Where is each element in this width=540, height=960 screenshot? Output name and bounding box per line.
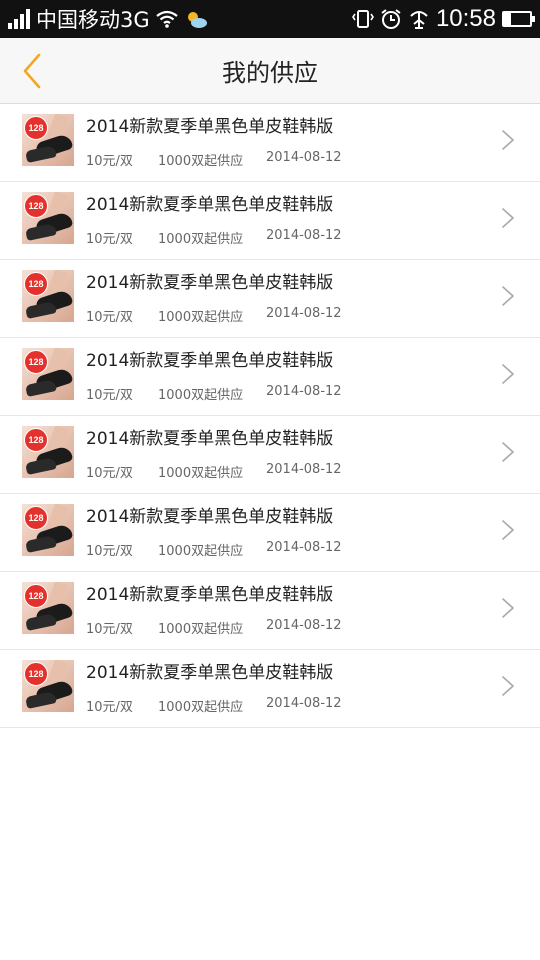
price-badge: 128 <box>24 116 48 140</box>
item-title: 2014新款夏季单黑色单皮鞋韩版 <box>86 117 334 137</box>
chevron-right-icon <box>500 518 516 542</box>
price-badge: 128 <box>24 506 48 530</box>
item-date: 2014-08-12 <box>266 228 342 243</box>
chevron-right-icon <box>500 596 516 620</box>
item-date: 2014-08-12 <box>266 618 342 633</box>
item-title: 2014新款夏季单黑色单皮鞋韩版 <box>86 429 334 449</box>
list-item[interactable]: 128 2014新款夏季单黑色单皮鞋韩版 10元/双 1000双起供应 2014… <box>0 104 540 182</box>
product-thumbnail: 128 <box>22 426 74 478</box>
price-badge: 128 <box>24 272 48 296</box>
price-badge: 128 <box>24 428 48 452</box>
item-date: 2014-08-12 <box>266 462 342 477</box>
product-thumbnail: 128 <box>22 660 74 712</box>
chevron-right-icon <box>500 284 516 308</box>
price-badge: 128 <box>24 662 48 686</box>
alarm-icon <box>380 8 402 30</box>
item-title: 2014新款夏季单黑色单皮鞋韩版 <box>86 507 334 527</box>
product-thumbnail: 128 <box>22 348 74 400</box>
chevron-right-icon <box>500 206 516 230</box>
item-price: 10元/双 <box>86 466 133 481</box>
item-title: 2014新款夏季单黑色单皮鞋韩版 <box>86 351 334 371</box>
product-thumbnail: 128 <box>22 114 74 166</box>
signal-icon <box>8 9 30 29</box>
chevron-left-icon <box>23 53 41 89</box>
item-quantity: 1000双起供应 <box>158 466 244 481</box>
item-title: 2014新款夏季单黑色单皮鞋韩版 <box>86 195 334 215</box>
weather-icon <box>184 9 208 29</box>
list-item[interactable]: 128 2014新款夏季单黑色单皮鞋韩版 10元/双 1000双起供应 2014… <box>0 338 540 416</box>
chevron-right-icon <box>500 440 516 464</box>
status-left: 中国移动3G <box>8 4 208 34</box>
item-quantity: 1000双起供应 <box>158 622 244 637</box>
item-title: 2014新款夏季单黑色单皮鞋韩版 <box>86 585 334 605</box>
status-right: 10:58 <box>351 5 535 33</box>
vibrate-icon <box>351 9 374 29</box>
item-price: 10元/双 <box>86 310 133 325</box>
list-item[interactable]: 128 2014新款夏季单黑色单皮鞋韩版 10元/双 1000双起供应 2014… <box>0 572 540 650</box>
item-meta: 10元/双 1000双起供应 2014-08-12 <box>86 696 342 715</box>
item-date: 2014-08-12 <box>266 384 342 399</box>
item-date: 2014-08-12 <box>266 150 342 165</box>
list-item[interactable]: 128 2014新款夏季单黑色单皮鞋韩版 10元/双 1000双起供应 2014… <box>0 260 540 338</box>
list-item[interactable]: 128 2014新款夏季单黑色单皮鞋韩版 10元/双 1000双起供应 2014… <box>0 182 540 260</box>
item-quantity: 1000双起供应 <box>158 232 244 247</box>
page-title: 我的供应 <box>222 59 318 87</box>
list-item[interactable]: 128 2014新款夏季单黑色单皮鞋韩版 10元/双 1000双起供应 2014… <box>0 416 540 494</box>
item-quantity: 1000双起供应 <box>158 388 244 403</box>
back-button[interactable] <box>10 47 54 95</box>
item-quantity: 1000双起供应 <box>158 700 244 715</box>
clock-time: 10:58 <box>435 5 496 32</box>
item-price: 10元/双 <box>86 700 133 715</box>
item-price: 10元/双 <box>86 154 133 169</box>
item-date: 2014-08-12 <box>266 696 342 711</box>
chevron-right-icon <box>500 674 516 698</box>
item-price: 10元/双 <box>86 232 133 247</box>
supply-list: 128 2014新款夏季单黑色单皮鞋韩版 10元/双 1000双起供应 2014… <box>0 104 540 728</box>
item-price: 10元/双 <box>86 388 133 403</box>
carrier-label: 中国移动3G <box>36 8 150 32</box>
product-thumbnail: 128 <box>22 192 74 244</box>
product-thumbnail: 128 <box>22 504 74 556</box>
item-meta: 10元/双 1000双起供应 2014-08-12 <box>86 462 342 481</box>
item-meta: 10元/双 1000双起供应 2014-08-12 <box>86 306 342 325</box>
product-thumbnail: 128 <box>22 270 74 322</box>
chevron-right-icon <box>500 128 516 152</box>
header-bar: 我的供应 <box>0 38 540 104</box>
list-item[interactable]: 128 2014新款夏季单黑色单皮鞋韩版 10元/双 1000双起供应 2014… <box>0 650 540 728</box>
item-quantity: 1000双起供应 <box>158 154 244 169</box>
item-quantity: 1000双起供应 <box>158 544 244 559</box>
item-meta: 10元/双 1000双起供应 2014-08-12 <box>86 150 342 169</box>
chevron-right-icon <box>500 362 516 386</box>
price-badge: 128 <box>24 584 48 608</box>
item-title: 2014新款夏季单黑色单皮鞋韩版 <box>86 273 334 293</box>
wifi-icon <box>155 10 178 28</box>
item-price: 10元/双 <box>86 544 133 559</box>
status-bar: 中国移动3G 10:58 <box>0 0 540 38</box>
item-meta: 10元/双 1000双起供应 2014-08-12 <box>86 228 342 247</box>
item-meta: 10元/双 1000双起供应 2014-08-12 <box>86 618 342 637</box>
product-thumbnail: 128 <box>22 582 74 634</box>
item-price: 10元/双 <box>86 622 133 637</box>
list-item[interactable]: 128 2014新款夏季单黑色单皮鞋韩版 10元/双 1000双起供应 2014… <box>0 494 540 572</box>
battery-icon <box>502 11 535 27</box>
item-meta: 10元/双 1000双起供应 2014-08-12 <box>86 540 342 559</box>
price-badge: 128 <box>24 194 48 218</box>
item-date: 2014-08-12 <box>266 306 342 321</box>
price-badge: 128 <box>24 350 48 374</box>
item-meta: 10元/双 1000双起供应 2014-08-12 <box>86 384 342 403</box>
usb-icon <box>408 8 430 30</box>
item-quantity: 1000双起供应 <box>158 310 244 325</box>
item-date: 2014-08-12 <box>266 540 342 555</box>
item-title: 2014新款夏季单黑色单皮鞋韩版 <box>86 663 334 683</box>
